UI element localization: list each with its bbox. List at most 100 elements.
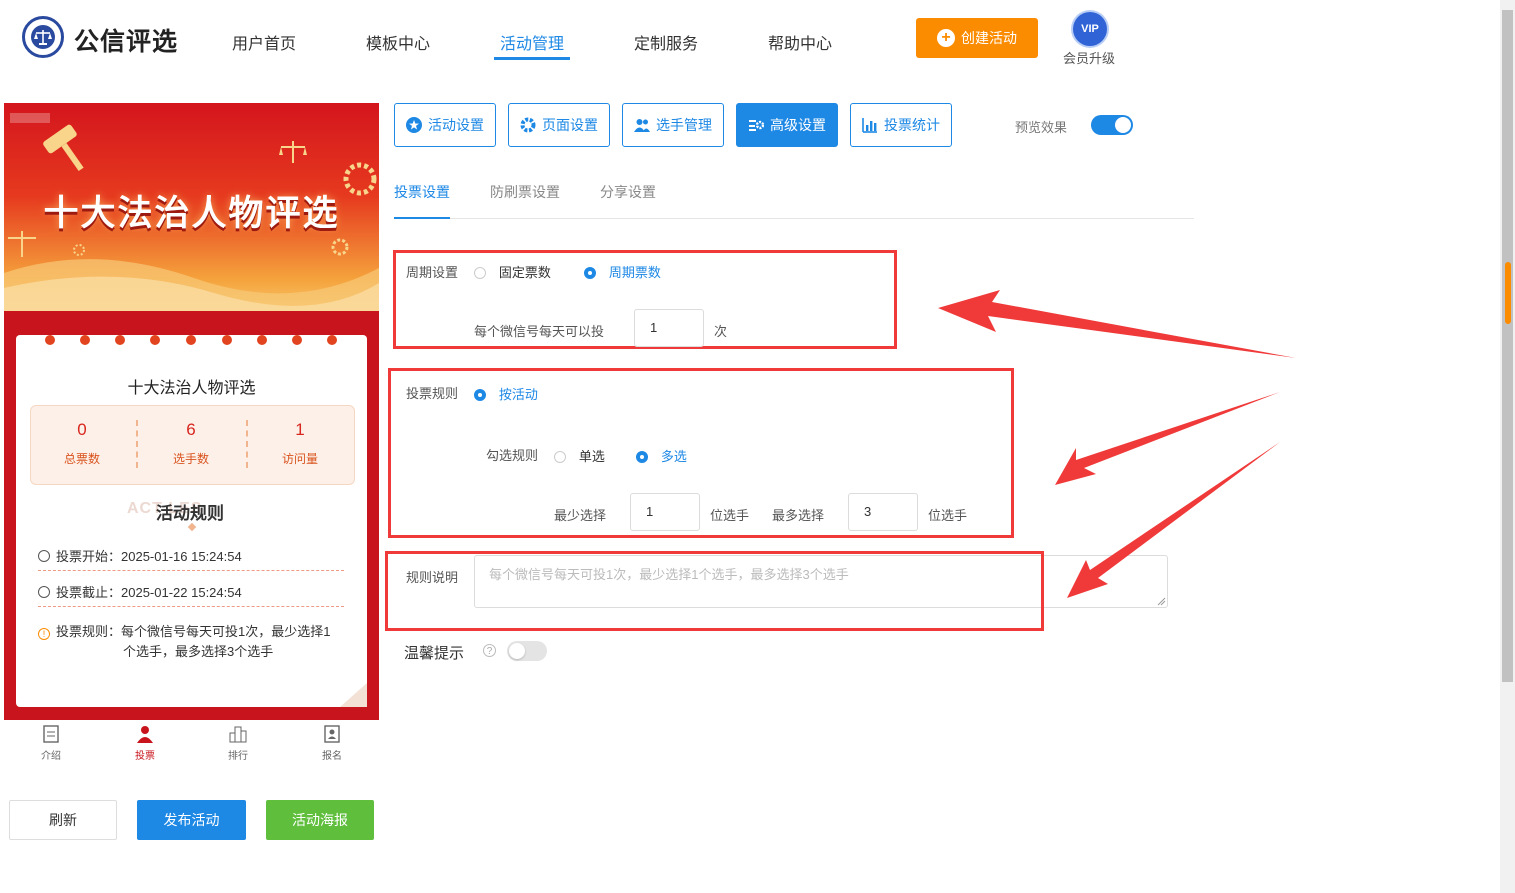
- vote-rule-text-cont: 个选手，最多选择3个选手: [123, 644, 274, 659]
- tab-signup-label: 报名: [322, 751, 342, 762]
- ring-decoration: [80, 335, 90, 345]
- warm-tip-label: 温馨提示: [404, 645, 465, 662]
- advanced-settings-label: 高级设置: [770, 117, 826, 133]
- vote-statistics-button[interactable]: 投票统计: [850, 103, 952, 147]
- nav-home[interactable]: 用户首页: [232, 30, 296, 54]
- nav-help-center[interactable]: 帮助中心: [768, 30, 832, 54]
- radio-single-choice-label: 单选: [578, 449, 605, 464]
- stats-panel: [30, 405, 355, 485]
- logo-icon: [22, 16, 64, 58]
- activity-poster-button[interactable]: 活动海报: [266, 800, 374, 840]
- scrollbar-thumb[interactable]: [1502, 10, 1513, 682]
- radio-cycle-votes[interactable]: 周期票数: [584, 262, 661, 281]
- nav-activity-management[interactable]: 活动管理: [500, 30, 564, 54]
- arrow-to-vote-rules: [1055, 392, 1280, 485]
- create-activity-label: 创建活动: [961, 30, 1017, 46]
- daily-votes-label: 每个微信号每天可以投: [474, 324, 605, 339]
- toggle-knob: [509, 643, 525, 659]
- publish-activity-button[interactable]: 发布活动: [137, 800, 246, 840]
- ring-decoration: [115, 335, 125, 345]
- page-settings-label: 页面设置: [542, 117, 598, 133]
- radio-circle: [474, 267, 486, 279]
- tab-signup[interactable]: 报名: [297, 725, 367, 762]
- vote-rule-line: ! 投票规则：每个微信号每天可投1次，最少选择1: [38, 621, 348, 640]
- toggle-knob: [1115, 117, 1131, 133]
- warm-tip-toggle[interactable]: [507, 641, 547, 661]
- scales-icon: [31, 25, 55, 49]
- vote-end-text: 投票截止：2025-01-22 15:24:54: [56, 585, 242, 600]
- nav-templates[interactable]: 模板中心: [366, 30, 430, 54]
- stat-visits-label: 访问量: [281, 452, 318, 466]
- banner-title: 十大法治人物评选: [43, 194, 340, 233]
- tab-ranking[interactable]: 排行: [203, 725, 273, 762]
- nav-custom-service[interactable]: 定制服务: [634, 30, 698, 54]
- activity-settings-label: 活动设置: [428, 117, 484, 133]
- vip-upgrade-link[interactable]: 会员升级: [1063, 48, 1115, 67]
- info-icon: !: [38, 628, 50, 640]
- subtab-divider: [394, 218, 1194, 219]
- refresh-button[interactable]: 刷新: [9, 800, 117, 840]
- page-settings-button[interactable]: 页面设置: [508, 103, 610, 147]
- cycle-settings-label: 周期设置: [406, 265, 459, 280]
- contestant-management-button[interactable]: 选手管理: [622, 103, 724, 147]
- plus-icon: +: [937, 29, 955, 47]
- vote-statistics-label: 投票统计: [884, 117, 940, 133]
- card-title: 十大法治人物评选: [127, 380, 256, 397]
- min-select-unit: 位选手: [710, 508, 750, 523]
- stat-divider: [136, 420, 138, 468]
- ranking-icon: [229, 726, 247, 743]
- radio-circle-selected: [636, 451, 648, 463]
- vip-icon[interactable]: VIP: [1073, 12, 1107, 46]
- scroll-position-indicator: [1505, 262, 1511, 324]
- ring-decoration: [327, 335, 337, 345]
- max-select-label: 最多选择: [772, 508, 825, 523]
- stat-contestants-label: 选手数: [172, 452, 209, 466]
- ring-decoration: [222, 335, 232, 345]
- help-icon[interactable]: ?: [483, 644, 496, 657]
- contestant-management-label: 选手管理: [656, 117, 712, 133]
- min-select-label: 最少选择: [554, 508, 607, 523]
- preview-effect-toggle[interactable]: [1091, 115, 1133, 135]
- stat-contestants-value: 6: [186, 420, 196, 439]
- ring-decoration: [45, 335, 55, 345]
- min-select-input[interactable]: 1: [630, 493, 700, 531]
- radio-single-choice[interactable]: 单选: [554, 446, 605, 465]
- arrow-to-cycle-settings: [938, 290, 1296, 358]
- activity-settings-button[interactable]: 活动设置: [394, 103, 496, 147]
- ring-decoration: [292, 335, 302, 345]
- nav-active-indicator: [494, 57, 570, 60]
- tab-vote[interactable]: 投票: [110, 725, 180, 762]
- vote-end-line: 投票截止：2025-01-22 15:24:54: [38, 582, 348, 601]
- clock-icon: [38, 586, 50, 598]
- arrow-to-rule-description: [1067, 442, 1280, 598]
- annotation-arrows: [938, 290, 1296, 598]
- user-icon: [137, 726, 153, 743]
- radio-cycle-votes-label: 周期票数: [608, 265, 661, 280]
- gear-icon: [520, 117, 536, 133]
- radio-fixed-votes[interactable]: 固定票数: [474, 262, 551, 281]
- page-curl: [340, 683, 367, 707]
- tab-vote-settings[interactable]: 投票设置: [394, 182, 450, 202]
- max-select-input[interactable]: 3: [848, 493, 918, 531]
- radio-circle-selected: [584, 267, 596, 279]
- users-icon: [634, 119, 650, 132]
- stat-visits-value: 1: [295, 420, 305, 439]
- vote-start-line: 投票开始：2025-01-16 15:24:54: [38, 546, 348, 565]
- radio-by-activity[interactable]: 按活动: [474, 384, 538, 403]
- stat-divider: [246, 420, 248, 468]
- tab-vote-label: 投票: [135, 751, 155, 762]
- create-activity-button[interactable]: + 创建活动: [916, 18, 1038, 58]
- advanced-settings-button[interactable]: 高级设置: [736, 103, 838, 147]
- daily-votes-input[interactable]: 1: [634, 309, 704, 347]
- radio-multiple-choice-label: 多选: [660, 449, 687, 464]
- ring-decoration: [186, 335, 196, 345]
- clock-icon: [38, 550, 50, 562]
- tab-anti-fraud-settings[interactable]: 防刷票设置: [490, 182, 560, 202]
- tab-share-settings[interactable]: 分享设置: [600, 182, 656, 202]
- tab-intro[interactable]: 介绍: [16, 725, 86, 762]
- radio-multiple-choice[interactable]: 多选: [636, 446, 687, 465]
- vote-rule-text: 投票规则：每个微信号每天可投1次，最少选择1: [56, 624, 331, 639]
- ring-decoration: [150, 335, 160, 345]
- radio-fixed-votes-label: 固定票数: [498, 265, 551, 280]
- vote-rules-label: 投票规则: [406, 386, 459, 401]
